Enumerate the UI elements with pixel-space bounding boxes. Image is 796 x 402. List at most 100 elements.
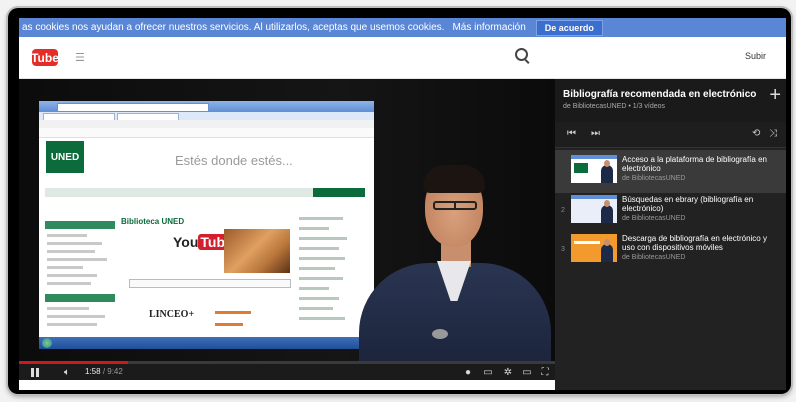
skip-back-icon: ⏮ — [567, 128, 576, 139]
screencast-titlebar — [39, 101, 374, 112]
video-thumbnail — [571, 234, 617, 262]
highlight-link — [215, 323, 243, 326]
right-link — [299, 217, 343, 220]
captions-button[interactable]: ▭ — [481, 364, 495, 380]
library-search-box — [129, 279, 291, 288]
video-frame[interactable]: UNED Estés donde estés... Biblioteca UNE… — [19, 79, 555, 373]
video-thumbnail — [571, 195, 617, 223]
playlist-item-index: 2 — [561, 207, 565, 214]
previous-button[interactable]: ⏮ — [567, 128, 576, 139]
guide-menu-icon[interactable]: ☰ — [75, 51, 85, 64]
uned-side-link — [47, 250, 95, 253]
right-link — [299, 267, 335, 270]
playlist-item[interactable]: 3 Descarga de bibliografía en electrónic… — [555, 229, 786, 272]
playlist-item-index: 3 — [561, 246, 565, 253]
pause-button[interactable] — [25, 364, 45, 380]
linceo-logo: LINCEO+ — [149, 309, 195, 320]
playlist-toolbar: ⏮ ⏭ ⟲ ⤨ — [555, 122, 786, 148]
search-icon[interactable] — [515, 48, 528, 61]
microphone — [432, 329, 448, 339]
uned-side-link — [47, 282, 91, 285]
settings-button[interactable]: ✲ — [501, 364, 515, 380]
thumbnail-bar — [571, 195, 617, 199]
volume-button[interactable]: 🔈︎ — [57, 364, 77, 380]
playlist-item-author: de BibliotecasUNED — [622, 254, 686, 261]
masthead: Tube ☰ Subir — [19, 37, 786, 79]
time-current: 1:58 — [85, 367, 101, 376]
cookie-more-info-link[interactable]: Más información — [452, 22, 525, 33]
uned-logo: UNED — [46, 141, 84, 173]
uned-side-link — [47, 258, 107, 261]
theater-mode-button[interactable]: ▭ — [520, 364, 534, 380]
library-title: Biblioteca UNED — [121, 217, 185, 226]
cookie-banner: as cookies nos ayudan a ofrecer nuestros… — [19, 18, 786, 37]
uned-side-link — [47, 323, 97, 326]
uned-side-link — [47, 315, 105, 318]
playlist-item-title: Descarga de bibliografía en electrónico … — [622, 234, 767, 252]
uned-side-heading — [45, 294, 115, 302]
right-link — [299, 257, 345, 260]
youtube-logo-text: Tube — [31, 50, 59, 65]
loop-button[interactable]: ⟲ — [752, 128, 760, 139]
uned-side-link — [47, 266, 83, 269]
presenter-glasses — [433, 201, 477, 210]
uned-side-link — [47, 242, 102, 245]
playlist-subtitle: de BibliotecasUNED • 1/3 vídeos — [563, 103, 666, 110]
playlist-title[interactable]: Bibliografía recomendada en electrónico — [563, 89, 756, 100]
playlist-panel: Bibliografía recomendada en electrónico … — [555, 79, 786, 390]
time-display: 1:58 / 9:42 — [85, 367, 123, 376]
video-player[interactable]: UNED Estés donde estés... Biblioteca UNE… — [19, 79, 555, 380]
uned-logo-text: UNED — [50, 151, 80, 163]
thumbnail-head — [604, 239, 610, 246]
shuffle-button[interactable]: ⤨ — [769, 128, 777, 139]
right-link — [299, 317, 345, 320]
watch-later-button[interactable]: ● — [461, 364, 475, 380]
thumbnail-head — [604, 200, 610, 207]
right-link — [299, 237, 347, 240]
right-link — [299, 277, 343, 280]
screencast-browser: UNED Estés donde estés... Biblioteca UNE… — [39, 101, 374, 349]
youtube-banner-you: You — [173, 234, 199, 250]
thumbnail-text-row — [574, 241, 600, 244]
clock-icon: ● — [464, 366, 472, 378]
thumbnail-head — [604, 160, 610, 167]
thumbnail-person — [601, 165, 613, 183]
playlist-item-author: de BibliotecasUNED — [622, 215, 686, 222]
fullscreen-button[interactable]: ⛶ — [538, 364, 552, 380]
uned-nav-bar — [45, 188, 365, 197]
time-total: / 9:42 — [102, 367, 123, 376]
uned-side-link — [47, 274, 97, 277]
pause-icon-bar — [31, 367, 34, 377]
uned-side-link — [47, 234, 87, 237]
pause-icon-bar — [36, 367, 39, 377]
player-controls: 🔈︎ 1:58 / 9:42 ● ▭ ✲ ▭ ⛶ — [19, 364, 555, 380]
presenter — [347, 155, 555, 373]
uned-slogan: Estés donde estés... — [175, 153, 293, 168]
thumbnail-logo — [574, 163, 588, 173]
gear-icon: ✲ — [503, 366, 513, 378]
cookie-accept-button[interactable]: De acuerdo — [535, 19, 603, 36]
upload-button[interactable]: Subir — [745, 51, 766, 61]
volume-icon: 🔈︎ — [64, 366, 70, 378]
video-thumbnail — [571, 155, 617, 183]
screencast-bookmarks — [39, 128, 374, 138]
library-photo — [224, 229, 290, 273]
right-link — [299, 307, 333, 310]
windows-start-icon — [42, 338, 52, 348]
theater-icon: ▭ — [522, 366, 532, 378]
right-link — [299, 247, 339, 250]
add-to-playlist-button[interactable]: + — [769, 85, 781, 105]
uned-side-link — [47, 307, 89, 310]
thumbnail-bar — [571, 155, 617, 159]
playlist-item[interactable]: 2 Búsquedas en ebrary (bibliografía en e… — [555, 190, 786, 233]
shuffle-icon: ⤨ — [769, 128, 777, 139]
screencast-taskbar — [39, 337, 374, 349]
playlist-item-title: Acceso a la plataforma de bibliografía e… — [622, 155, 767, 173]
playlist-item-title: Búsquedas en ebrary (bibliografía en ele… — [622, 195, 754, 213]
highlight-link — [215, 311, 251, 314]
playlist-item[interactable]: Acceso a la plataforma de bibliografía e… — [555, 150, 786, 193]
next-button[interactable]: ⏭ — [591, 128, 600, 139]
plus-icon: + — [769, 84, 781, 106]
youtube-logo[interactable]: Tube — [31, 49, 59, 66]
uned-side-heading — [45, 221, 115, 229]
